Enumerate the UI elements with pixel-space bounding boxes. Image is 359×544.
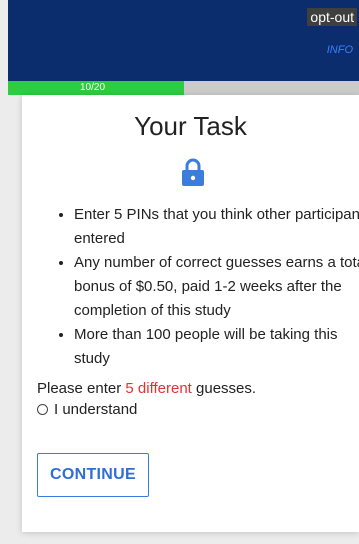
radio-circle-icon[interactable] [37, 404, 48, 415]
lock-icon [182, 158, 204, 186]
continue-button[interactable]: CONTINUE [37, 453, 149, 497]
understand-label: I understand [54, 401, 138, 418]
task-item: Enter 5 PINs that you think other partic… [74, 203, 359, 251]
header-bar: opt-out INFO [8, 0, 359, 81]
info-link[interactable]: INFO [327, 44, 353, 56]
task-list: Enter 5 PINs that you think other partic… [52, 203, 359, 371]
progress-label: 10/20 [80, 82, 106, 93]
instruction-text: Please enter 5 different guesses. [37, 380, 256, 397]
task-item: More than 100 people will be taking this… [74, 323, 359, 371]
opt-out-button[interactable]: opt-out [307, 8, 357, 26]
understand-radio[interactable]: I understand [37, 401, 137, 418]
instruction-suffix: guesses. [191, 380, 257, 397]
page: opt-out INFO 10/20 Your Task Enter 5 PIN… [0, 0, 359, 544]
page-title: Your Task [134, 111, 247, 141]
instruction-highlight: 5 different [125, 380, 192, 397]
progress-bar: 10/20 [8, 81, 359, 95]
task-card: Your Task Enter 5 PINs that you think ot… [22, 95, 359, 532]
instruction-prefix: Please enter [37, 380, 126, 397]
task-item: Any number of correct guesses earns a to… [74, 251, 359, 323]
